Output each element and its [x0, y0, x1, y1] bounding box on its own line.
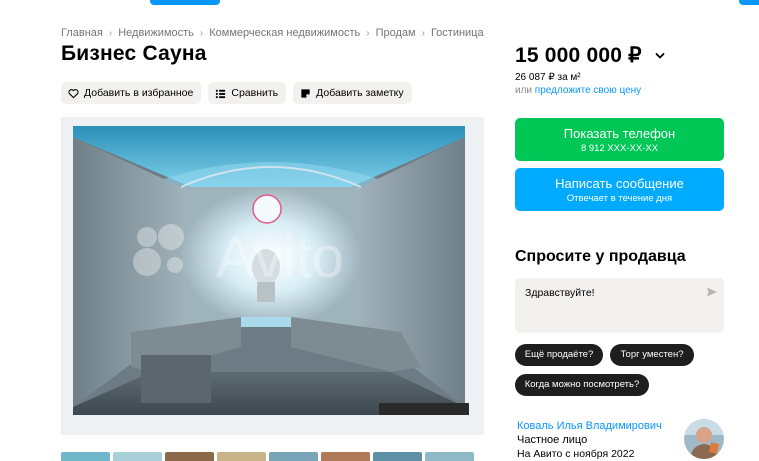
sauna-photo: Avito: [61, 117, 484, 435]
breadcrumb-realty[interactable]: Недвижимость: [118, 27, 194, 39]
show-phone-button[interactable]: Показать телефон 8 912 XXX-XX-XX: [515, 118, 724, 161]
listing-actions: Добавить в избранное Сравнить Добавить з…: [61, 82, 412, 104]
heart-icon: [68, 88, 79, 98]
compare-button[interactable]: Сравнить: [208, 82, 287, 104]
ask-seller-heading: Спросите у продавца: [515, 248, 686, 265]
reply-time: Отвечает в течение дня: [566, 193, 673, 204]
offer-price: или предложите свою цену: [515, 85, 641, 96]
thumbnail[interactable]: [321, 452, 370, 461]
chevron-right-icon: ›: [421, 27, 425, 39]
header-strip-right: [739, 0, 759, 5]
photo-thumbnails: [61, 452, 474, 461]
ask-seller-input[interactable]: Здравствуйте!: [515, 278, 724, 333]
breadcrumb-home[interactable]: Главная: [61, 27, 103, 39]
breadcrumb: Главная › Недвижимость › Коммерческая не…: [61, 27, 484, 39]
add-note-label: Добавить заметку: [316, 87, 404, 99]
thumbnail[interactable]: [373, 452, 422, 461]
price-per-m2: 26 087 ₽ за м²: [515, 72, 581, 83]
thumbnail[interactable]: [425, 452, 474, 461]
thumbnail[interactable]: [217, 452, 266, 461]
thumbnail[interactable]: [165, 452, 214, 461]
add-favorite-button[interactable]: Добавить в избранное: [61, 82, 202, 104]
chip-still-selling[interactable]: Ещё продаёте?: [515, 344, 603, 366]
avito-watermark-text: Avito: [216, 225, 344, 290]
write-message-label: Написать сообщение: [555, 176, 684, 191]
offer-price-link[interactable]: предложите свою цену: [535, 85, 641, 96]
thumbnail[interactable]: [61, 452, 110, 461]
add-note-button[interactable]: Добавить заметку: [293, 82, 412, 104]
breadcrumb-hotel[interactable]: Гостиница: [431, 27, 484, 39]
thumbnail[interactable]: [269, 452, 318, 461]
add-favorite-label: Добавить в избранное: [84, 87, 194, 99]
chevron-right-icon: ›: [108, 27, 113, 39]
page-title: Бизнес Сауна: [61, 42, 207, 65]
seller-type: Частное лицо: [517, 434, 588, 446]
compare-label: Сравнить: [231, 87, 279, 99]
send-icon[interactable]: [706, 286, 718, 298]
seller-since: На Авито с ноября 2022: [517, 448, 635, 460]
seller-avatar[interactable]: [684, 419, 724, 459]
seller-name-link[interactable]: Коваль Илья Владимирович: [517, 420, 662, 432]
avatar-photo: [684, 419, 724, 459]
chevron-right-icon: ›: [366, 27, 370, 39]
main-photo[interactable]: Avito: [61, 117, 484, 435]
chip-when-to-view[interactable]: Когда можно посмотреть?: [515, 374, 649, 396]
header-edge: [0, 0, 759, 6]
note-icon: [301, 88, 310, 98]
offer-prefix: или: [515, 85, 535, 96]
compare-list-icon: [216, 89, 226, 98]
phone-number-masked: 8 912 XXX-XX-XX: [580, 143, 659, 154]
show-phone-label: Показать телефон: [563, 126, 676, 141]
thumbnail[interactable]: [113, 452, 162, 461]
chevron-down-icon[interactable]: [654, 50, 666, 62]
chevron-right-icon: ›: [199, 27, 204, 39]
ask-seller-message[interactable]: Здравствуйте!: [525, 287, 595, 299]
breadcrumb-commercial[interactable]: Коммерческая недвижимость: [209, 27, 360, 39]
price-row: 15 000 000 ₽: [515, 43, 666, 68]
breadcrumb-sell[interactable]: Продам: [376, 27, 416, 39]
header-strip-left: [150, 0, 220, 5]
write-message-button[interactable]: Написать сообщение Отвечает в течение дн…: [515, 168, 724, 211]
chip-bargain[interactable]: Торг уместен?: [610, 344, 694, 366]
price-value: 15 000 000 ₽: [515, 44, 642, 67]
